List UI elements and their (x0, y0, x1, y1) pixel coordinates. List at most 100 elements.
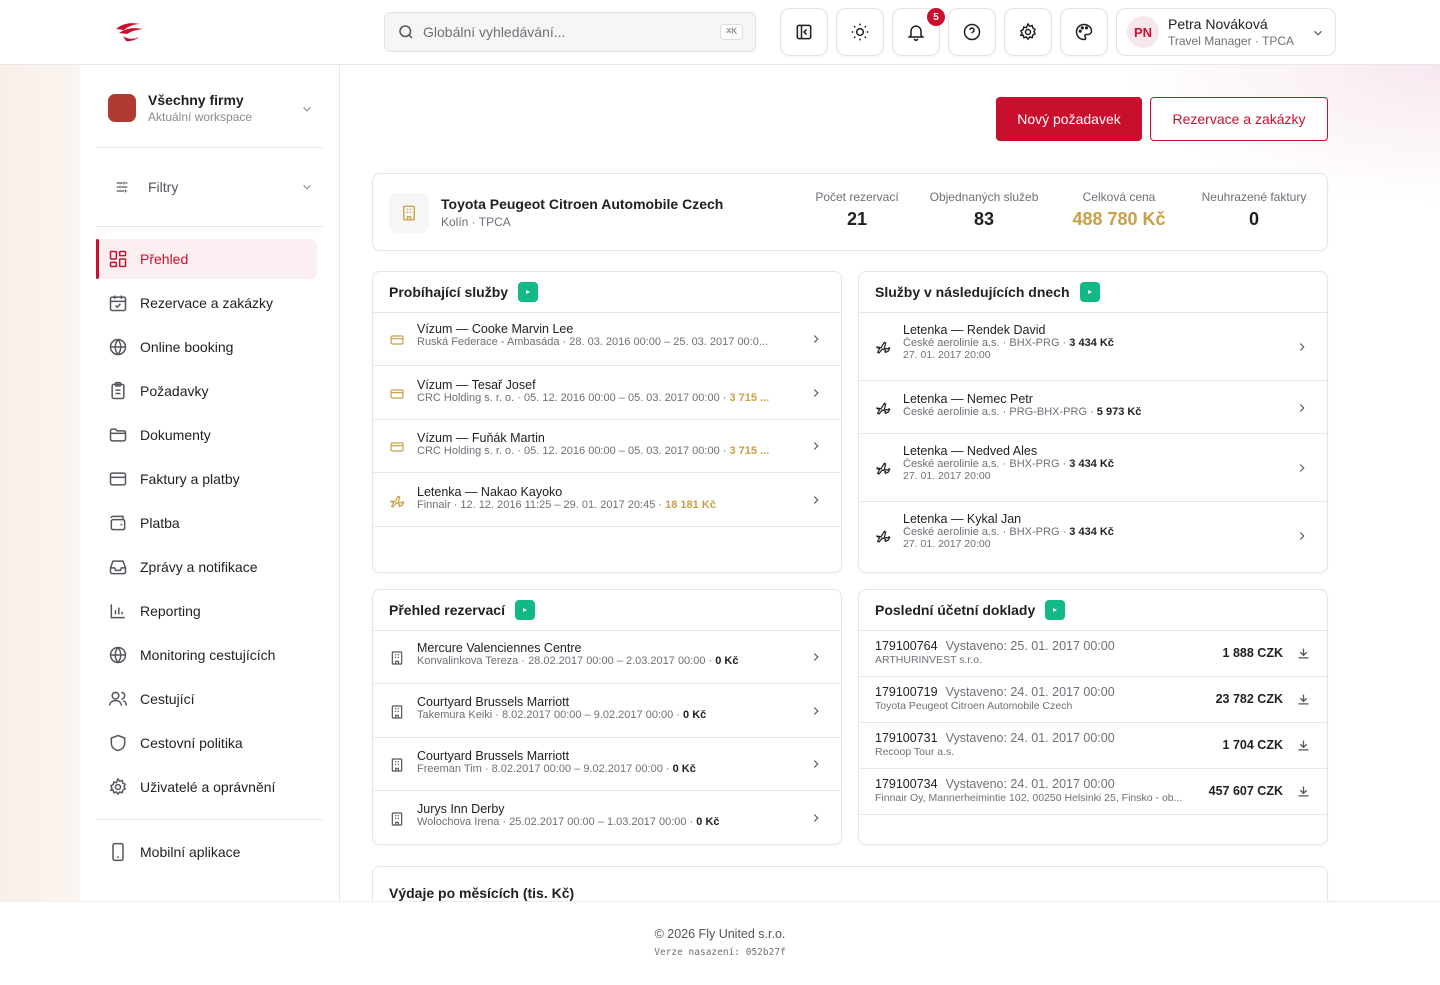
sidebar-item-label: Mobilní aplikace (140, 844, 241, 860)
stat-label: Objednaných služeb (929, 190, 1039, 204)
smartphone-icon (112, 842, 124, 862)
list-item[interactable]: Letenka — Nemec Petr České aerolinie a.s… (859, 381, 1327, 434)
list-item[interactable]: Courtyard Brussels Marriott Takemura Kei… (373, 684, 841, 738)
play-icon[interactable] (514, 600, 535, 620)
list-item[interactable]: Mercure Valenciennes Centre Konvalinkova… (373, 631, 841, 684)
building-icon (403, 205, 415, 221)
collapse-sidebar-button[interactable] (780, 8, 828, 56)
stat-value: 488 780 Kč (1072, 209, 1166, 229)
sidebar-divider (96, 226, 323, 227)
help-button[interactable] (948, 8, 996, 56)
list-item[interactable]: Letenka — Kykal Jan České aerolinie a.s.… (859, 502, 1327, 570)
document-amount: 23 782 CZK (1215, 692, 1283, 706)
sidebar-item-platba[interactable]: Platba (96, 503, 317, 543)
row-title: Courtyard Brussels Marriott (417, 695, 570, 709)
card-header: Přehled rezervací (373, 590, 841, 631)
sidebar-item-monitoring[interactable]: Monitoring cestujících (96, 635, 317, 675)
card-title: Poslední účetní doklady (875, 602, 1036, 618)
download-icon[interactable] (1296, 738, 1311, 753)
row-amount: 3 715 ... (729, 445, 770, 457)
row-subtitle: Freeman Tim · 8.02.2017 00:00 – 9.02.201… (417, 763, 696, 775)
list-item[interactable]: Courtyard Brussels Marriott Freeman Tim … (373, 738, 841, 791)
chevron-right-icon (1299, 464, 1305, 472)
stat-label: Neuhrazené faktury (1201, 190, 1307, 204)
sidebar-item-mobile-app[interactable]: Mobilní aplikace (96, 832, 317, 872)
row-title: Letenka — Kykal Jan (903, 512, 1022, 526)
search-icon (399, 25, 413, 39)
play-icon[interactable] (1079, 282, 1100, 302)
workspace-switcher[interactable]: Všechny firmy Aktuální workspace (96, 87, 324, 129)
download-icon[interactable] (1296, 646, 1311, 661)
list-item[interactable]: Vízum — Fuňák Martin CRC Holding s. r. o… (373, 420, 841, 473)
list-item[interactable]: Vízum — Cooke Marvin Lee Ruská Federace … (373, 313, 841, 366)
table-row[interactable]: 179100764 Vystaveno: 25. 01. 2017 00:00 A… (859, 631, 1327, 677)
sidebar-item-label: Cestovní politika (140, 735, 243, 751)
row-subtitle: Finnair · 12. 12. 2016 11:25 – 29. 01. 2… (417, 499, 716, 511)
document-amount: 1 704 CZK (1222, 738, 1283, 752)
reservations-button[interactable]: Rezervace a zakázky (1150, 97, 1328, 141)
sidebar-item-online-booking[interactable]: Online booking (96, 327, 317, 367)
global-search[interactable]: ⌘K (384, 12, 756, 52)
play-icon[interactable] (1045, 600, 1066, 620)
row-title: Courtyard Brussels Marriott (417, 749, 570, 763)
row-subtitle: České aerolinie a.s. · PRG-BHX-PRG · 5 9… (903, 406, 1142, 418)
plane-icon (390, 495, 405, 508)
plane-icon (876, 530, 891, 543)
card-icon (390, 442, 404, 452)
card-icon (390, 389, 404, 399)
sidebar-item-reporting[interactable]: Reporting (96, 591, 317, 631)
company-location: Kolín · TPCA (441, 215, 511, 229)
stat-value: 0 (1248, 209, 1259, 229)
chevron-right-icon (813, 442, 819, 450)
row-amount: 3 434 Kč (1069, 337, 1114, 349)
card-title: Probíhající služby (389, 284, 509, 300)
sidebar-item-pozadavky[interactable]: Požadavky (96, 371, 317, 411)
fly-united-logo[interactable] (113, 20, 145, 44)
download-icon[interactable] (1296, 692, 1311, 707)
user-menu[interactable]: PN Petra Nováková Travel Manager · TPCA (1116, 8, 1336, 56)
list-item[interactable]: Jurys Inn Derby Wolochova Irena · 25.02.… (373, 791, 841, 844)
card-title: Přehled rezervací (389, 602, 505, 618)
table-row[interactable]: 179100719 Vystaveno: 24. 01. 2017 00:00 T… (859, 677, 1327, 723)
list-item[interactable]: Vízum — Tesař Josef CRC Holding s. r. o.… (373, 366, 841, 420)
row-date: 27. 01. 2017 20:00 (903, 470, 991, 482)
card-title: Služby v následujících dnech (875, 284, 1070, 300)
table-row[interactable]: 179100734 Vystaveno: 24. 01. 2017 00:00 F… (859, 769, 1327, 815)
list-item[interactable]: Letenka — Nakao Kayoko Finnair · 12. 12.… (373, 473, 841, 527)
notifications-button[interactable]: 5 (892, 8, 945, 56)
palette-button[interactable] (1060, 8, 1108, 56)
sidebar-item-rezervace[interactable]: Rezervace a zakázky (96, 283, 317, 323)
sidebar-item-zpravy[interactable]: Zprávy a notifikace (96, 547, 317, 587)
settings-button[interactable] (1004, 8, 1052, 56)
sidebar-item-faktury[interactable]: Faktury a platby (96, 459, 317, 499)
list-item[interactable]: Letenka — Rendek David České aerolinie a… (859, 313, 1327, 381)
row-subtitle: Ruská Federace - Ambasáda · 28. 03. 2016… (417, 336, 769, 348)
chevron-right-icon (1299, 532, 1305, 540)
search-input[interactable] (423, 24, 721, 40)
user-name: Petra Nováková (1168, 15, 1268, 32)
row-subtitle: České aerolinie a.s. · BHX-PRG · 3 434 K… (903, 337, 1114, 349)
credit-card-icon (109, 472, 127, 486)
sidebar-item-dokumenty[interactable]: Dokumenty (96, 415, 317, 455)
sidebar: Všechny firmy Aktuální workspace Filtry … (80, 65, 340, 901)
sidebar-item-uzivatele[interactable]: Uživatelé a oprávnění (96, 767, 317, 807)
theme-toggle-button[interactable] (836, 8, 884, 56)
row-title: Letenka — Nemec Petr (903, 392, 1033, 406)
new-request-button[interactable]: Nový požadavek (996, 97, 1142, 141)
row-amount: 3 434 Kč (1069, 526, 1114, 538)
play-icon[interactable] (518, 282, 539, 302)
table-row[interactable]: 179100731 Vystaveno: 24. 01. 2017 00:00 R… (859, 723, 1327, 769)
sidebar-item-prehled[interactable]: Přehled (96, 239, 317, 279)
gear-icon (1019, 22, 1037, 41)
reservations-overview-card: Přehled rezervací Mercure Valenciennes C… (372, 589, 842, 845)
row-subtitle: CRC Holding s. r. o. · 05. 12. 2016 00:0… (417, 392, 770, 404)
stat-unpaid-invoices: Neuhrazené faktury 0 (1193, 190, 1315, 230)
row-title: Letenka — Rendek David (903, 323, 1046, 337)
sidebar-item-cestujici[interactable]: Cestující (96, 679, 317, 719)
filters-toggle[interactable]: Filtry (96, 167, 324, 207)
chevron-right-icon (1299, 343, 1305, 351)
palette-icon (1075, 23, 1093, 41)
sidebar-item-politika[interactable]: Cestovní politika (96, 723, 317, 763)
download-icon[interactable] (1296, 784, 1311, 799)
list-item[interactable]: Letenka — Nedved Ales České aerolinie a.… (859, 434, 1327, 502)
